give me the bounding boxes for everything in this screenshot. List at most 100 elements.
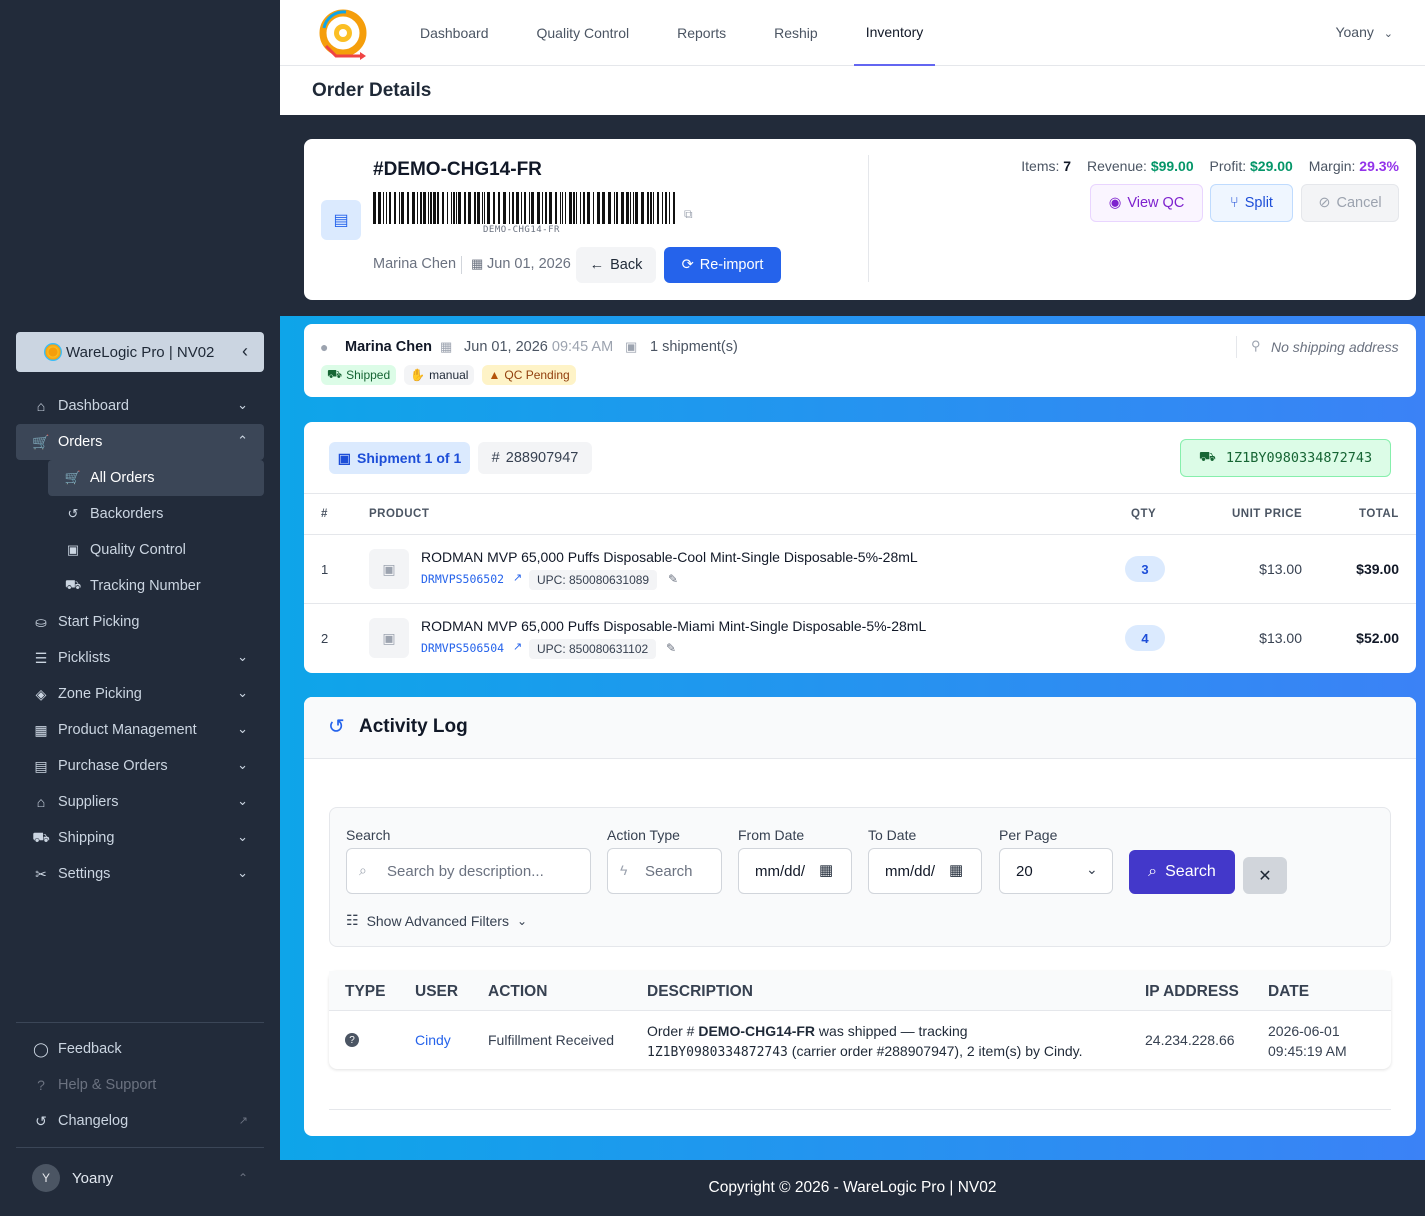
sidebar-item-label: Orders [58,434,103,450]
sidebar-item-picklists[interactable]: ☰ Picklists ⌄ [16,640,264,676]
col-qty: QTY [1131,508,1157,520]
sidebar-user-menu[interactable]: Y Yoany ⌃ [16,1160,264,1196]
clipboard-check-icon: ▣ [66,542,80,557]
chevron-down-icon: ⌄ [237,649,248,664]
sidebar-item-zone-picking[interactable]: ◈ Zone Picking ⌄ [16,676,264,712]
activity-user-link[interactable]: Cindy [415,1032,451,1048]
barcode-text: DEMO-CHG14-FR [483,225,560,235]
collapse-sidebar-icon[interactable]: ‹ [242,341,248,362]
sidebar-item-shipping[interactable]: ⛟ Shipping ⌄ [16,820,264,856]
cancel-label: Cancel [1336,195,1382,211]
sidebar-item-changelog[interactable]: ↺ Changelog ↗ [16,1103,264,1139]
barcode-bar [537,192,540,224]
barcode-bar [555,192,557,224]
cancel-button[interactable]: ⊘ Cancel [1301,184,1399,222]
map-pin-icon: ⚲ [1251,338,1261,353]
per-page-select[interactable]: 20 ⌄ [999,848,1113,894]
reimport-label: Re-import [699,257,764,273]
sidebar-item-help[interactable]: ? Help & Support [16,1067,264,1103]
truck-icon: ⛟ [1198,449,1216,464]
sidebar-item-label: Help & Support [58,1077,157,1093]
sidebar-item-suppliers[interactable]: ⌂ Suppliers ⌄ [16,784,264,820]
truck-icon: ⛟ [327,367,343,381]
tracking-number-badge[interactable]: ⛟ 1Z1BY0980334872743 [1180,439,1391,477]
page-title: Order Details [312,80,432,101]
tab-reports[interactable]: Reports [665,0,738,66]
chevron-down-icon: ⌄ [1383,28,1393,40]
sidebar-item-quality-control[interactable]: ▣ Quality Control [48,532,264,568]
sidebar-item-start-picking[interactable]: ⛀ Start Picking [16,604,264,640]
barcode-bar [647,192,649,224]
barcode-bar [464,192,466,224]
product-image-placeholder-icon: ▣ [369,618,409,658]
user-name: Yoany [72,1169,114,1187]
external-link-icon[interactable]: ↗ [513,571,522,584]
brand-switcher[interactable]: WareLogic Pro | NV02 ‹ [16,332,264,372]
barcode-bar [531,192,534,224]
activity-title: Activity Log [359,716,468,737]
sidebar-item-settings[interactable]: ✂ Settings ⌄ [16,856,264,892]
to-date-field[interactable]: mm/dd/ ▦ [868,848,982,894]
edit-icon[interactable]: ✎ [668,572,678,586]
calendar-icon[interactable]: ▦ [949,861,963,879]
per-page-value: 20 [1016,863,1033,880]
activity-log-card: ↺ Activity Log Search ⌕ Search by descri… [304,697,1416,1136]
barcode-bar [516,192,519,224]
top-user-menu[interactable]: Yoany ⌄ [1335,24,1393,40]
barcode-bar [386,192,387,224]
sidebar-item-purchase-orders[interactable]: ▤ Purchase Orders ⌄ [16,748,264,784]
split-button[interactable]: ⑂ Split [1210,184,1293,222]
desc-text: was shipped — tracking [815,1023,968,1039]
page-footer: Copyright © 2026 - WareLogic Pro | NV02 [280,1160,1425,1216]
clear-filters-button[interactable]: ✕ [1243,857,1287,894]
sidebar-item-label: Feedback [58,1041,122,1057]
shipment-table-header: # PRODUCT QTY UNIT PRICE TOTAL [304,494,1416,534]
shipment-selector[interactable]: ▣ Shipment 1 of 1 [329,442,470,474]
tab-quality-control[interactable]: Quality Control [525,0,642,66]
search-field[interactable]: ⌕ Search by description... [346,848,591,894]
reimport-button[interactable]: ⟳ Re-import [664,247,781,283]
edit-icon[interactable]: ✎ [666,641,676,655]
tab-dashboard[interactable]: Dashboard [408,0,501,66]
sidebar-item-label: Shipping [58,830,115,846]
boxes-icon: ▦ [34,721,48,738]
col-description: DESCRIPTION [647,983,753,1000]
barcode-bar [399,192,400,224]
sidebar: WareLogic Pro | NV02 ‹ ⌂ Dashboard ⌄ 🛒 O… [0,0,280,1216]
divider [461,256,462,274]
product-sku-link[interactable]: DRMVPS506502 [421,572,504,586]
from-date-field[interactable]: mm/dd/ ▦ [738,848,852,894]
warehouse-icon: ⌂ [36,794,46,810]
barcode-bar [453,192,455,224]
copyright: Copyright © 2026 - WareLogic Pro | NV02 [708,1179,997,1196]
chevron-down-icon: ⌄ [237,685,248,700]
barcode-bar [493,192,495,224]
product-sku-link[interactable]: DRMVPS506504 [421,641,504,655]
page-header: Order Details [280,66,1425,115]
calendar-icon[interactable]: ▦ [819,861,833,879]
sidebar-item-dashboard[interactable]: ⌂ Dashboard ⌄ [16,388,264,424]
sidebar-item-label: Picklists [58,650,111,666]
split-icon: ⑂ [1230,195,1239,211]
copy-icon[interactable]: ⧉ [684,207,693,222]
sidebar-item-product-management[interactable]: ▦ Product Management ⌄ [16,712,264,748]
sidebar-item-backorders[interactable]: ↺ Backorders [48,496,264,532]
sidebar-item-tracking-number[interactable]: ⛟ Tracking Number [48,568,264,604]
sidebar-item-feedback[interactable]: ◯ Feedback [16,1031,264,1067]
sidebar-item-orders[interactable]: 🛒 Orders ⌃ [16,424,264,460]
tab-inventory[interactable]: Inventory [853,0,936,66]
tab-reship[interactable]: Reship [762,0,830,66]
view-qc-button[interactable]: ◉ View QC [1090,184,1203,222]
col-total: TOTAL [1359,508,1399,520]
truck-icon: ⛟ [32,828,50,845]
comment-icon: ◯ [33,1040,49,1057]
back-button[interactable]: ← Back [576,247,656,283]
external-link-icon[interactable]: ↗ [513,640,522,653]
advanced-filters-toggle[interactable]: ☷ Show Advanced Filters ⌄ [346,912,527,929]
sidebar-item-label: Dashboard [58,398,129,414]
desc-text: (carrier order #288907947), 2 item(s) by… [787,1043,1083,1059]
action-type-field[interactable]: ϟ Search [607,848,722,894]
sidebar-item-label: Changelog [58,1113,129,1129]
sidebar-item-all-orders[interactable]: 🛒 All Orders [48,460,264,496]
search-button[interactable]: ⌕ Search [1129,850,1235,894]
